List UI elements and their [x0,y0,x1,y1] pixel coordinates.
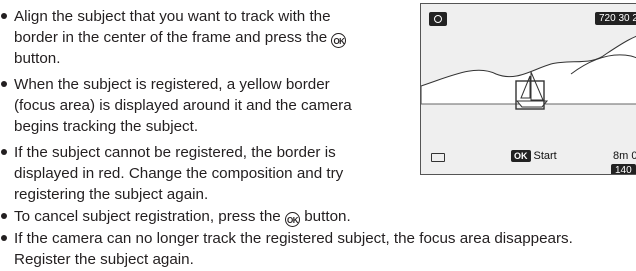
bullet-dot [1,213,7,219]
bullet-line: begins tracking the subject. [14,118,199,135]
bullet-line: border in the center of the frame and pr… [14,27,347,48]
bullet-line-text: border in the center of the frame and pr… [14,29,328,46]
bullet-line: button. [14,50,61,67]
bullet-track-lost: If the camera can no longer track the re… [0,228,573,270]
bullet-dot [1,81,7,87]
bullet-line: Register the subject again. [14,251,194,268]
remaining-shots: 140 [611,164,636,174]
bullet-subject-registered: When the subject is registered, a yellow… [0,74,352,137]
camera-icon [429,12,447,26]
bullet-line: (focus area) is displayed around it and … [14,97,352,114]
bullet-line: displayed in red. Change the composition… [14,165,344,182]
ok-button-icon: OK [331,33,347,48]
camera-monitor-screen: 720 30 20 OKStart 8m 0 140 [420,3,636,175]
bullet-line: If the camera can no longer track the re… [14,230,573,247]
bullet-line: Align the subject that you want to track… [14,8,331,25]
image-size-badge: 720 30 20 [595,12,636,25]
start-label: Start [533,150,557,162]
bullet-line: To cancel subject registration, press th… [14,206,351,227]
battery-icon [431,153,445,162]
bullet-line: registering the subject again. [14,186,209,203]
bullet-line-text: button. [304,208,351,225]
ok-start-indicator: OK Start [511,150,557,162]
bullet-line: If the subject cannot be registered, the… [14,144,336,161]
ok-button-icon: OK [285,212,300,227]
remaining-time: 8m 0 [613,150,636,162]
bullet-cancel-registration: To cancel subject registration, press th… [0,206,351,227]
bullet-dot [1,13,7,19]
bullet-not-registered: If the subject cannot be registered, the… [0,142,343,205]
bullet-line: When the subject is registered, a yellow… [14,76,330,93]
bullet-align-subject: Align the subject that you want to track… [0,6,347,69]
bullet-dot [1,235,7,241]
ok-label: OK [511,150,531,162]
scene-illustration [421,35,636,110]
bullet-dot [1,149,7,155]
bullet-line-text: To cancel subject registration, press th… [14,208,281,225]
